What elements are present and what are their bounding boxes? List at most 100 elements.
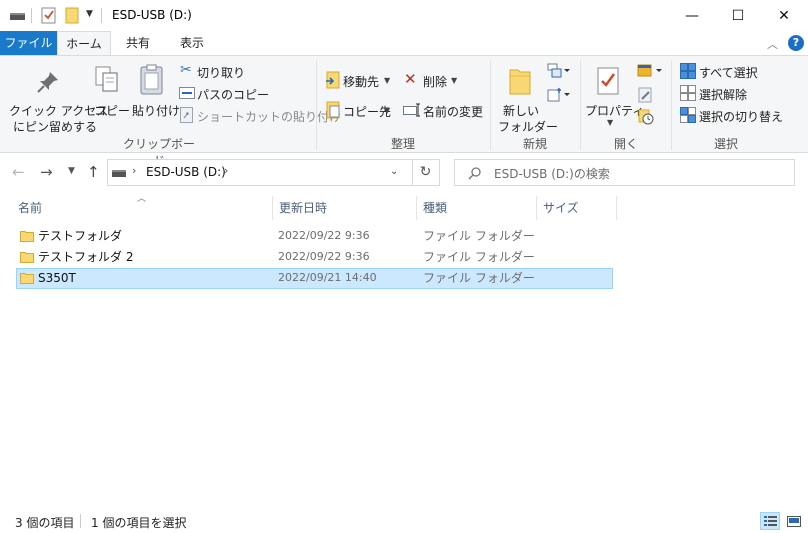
refresh-button[interactable]: ↻: [412, 159, 440, 186]
history-icon: [638, 109, 654, 125]
easy-access-icon: [547, 88, 570, 102]
pin-icon: [37, 72, 58, 93]
select-all-label: すべて選択: [699, 66, 758, 80]
select-group-label: 選択: [713, 137, 738, 151]
forward-arrow-icon[interactable]: →: [40, 163, 53, 181]
select-none-label: 選択解除: [699, 88, 748, 102]
tab-home[interactable]: ホーム: [57, 31, 111, 55]
search-placeholder: ESD-USB (D:)の検索: [494, 167, 610, 181]
large-icons-view-icon[interactable]: [785, 512, 803, 530]
rename-button[interactable]: 名前の変更: [402, 100, 486, 120]
file-date: 2022/09/21 14:40: [278, 271, 377, 284]
column-header-type[interactable]: 種類: [417, 198, 536, 222]
address-bar[interactable]: › ESD-USB (D:) › ⌄: [107, 159, 413, 186]
minimize-button[interactable]: —: [669, 0, 715, 31]
pin-to-quick-access-button[interactable]: クイック アクセス にピン留めする: [4, 60, 108, 134]
customize-toolbar-icon[interactable]: ▼: [86, 9, 93, 19]
file-date: 2022/09/22 9:36: [278, 250, 370, 263]
rename-icon: [403, 103, 420, 117]
file-row-selected[interactable]: S350T 2022/09/21 14:40 ファイル フォルダー: [16, 268, 613, 289]
copy-to-button[interactable]: コピー先 ▼: [322, 100, 396, 120]
cut-button[interactable]: ✂ 切り取り: [178, 62, 288, 80]
new-folder-quick-icon[interactable]: [65, 7, 79, 24]
delete-icon: ✕: [404, 70, 417, 88]
column-header-size[interactable]: サイズ: [537, 198, 616, 222]
file-row[interactable]: テストフォルダ 2022/09/22 9:36 ファイル フォルダー: [16, 226, 613, 247]
back-arrow-icon[interactable]: ←: [12, 163, 25, 181]
maximize-button[interactable]: ☐: [715, 0, 761, 31]
breadcrumb-chevron-icon[interactable]: ›: [132, 164, 136, 177]
copy-icon: [95, 66, 118, 92]
copy-label: コピー: [94, 104, 131, 118]
paste-icon: [140, 64, 163, 95]
new-item-button[interactable]: [546, 62, 572, 80]
breadcrumb-segment[interactable]: ESD-USB (D:): [146, 165, 226, 179]
tab-view[interactable]: 表示: [167, 31, 217, 55]
paste-shortcut-button[interactable]: ショートカットの貼り付け: [178, 106, 341, 124]
copy-path-button[interactable]: パスのコピー: [178, 84, 288, 102]
close-button[interactable]: ✕: [761, 0, 807, 31]
properties-dropdown-icon: ▼: [607, 118, 614, 127]
collapse-ribbon-icon[interactable]: ︿: [767, 36, 778, 52]
new-group-label: 新規: [522, 137, 547, 151]
pin-label-line2: にピン留めする: [13, 120, 98, 134]
select-all-button[interactable]: すべて選択: [678, 62, 768, 80]
folder-icon: [20, 273, 34, 284]
file-type: ファイル フォルダー: [423, 229, 535, 243]
title-divider-2: [101, 8, 102, 23]
column-header-name[interactable]: 名前: [12, 198, 272, 222]
properties-button[interactable]: プロパティ ▼: [583, 60, 644, 130]
paste-shortcut-label: ショートカットの貼り付け: [197, 110, 342, 124]
file-row[interactable]: テストフォルダ 2 2022/09/22 9:36 ファイル フォルダー: [16, 247, 613, 268]
help-icon[interactable]: ?: [788, 35, 804, 51]
details-view-icon[interactable]: [760, 512, 780, 530]
file-name: テストフォルダ 2: [38, 250, 134, 264]
edit-icon: [638, 87, 652, 103]
easy-access-button[interactable]: [546, 86, 572, 104]
tab-share[interactable]: 共有: [112, 31, 164, 55]
ribbon-separator: [490, 60, 491, 150]
move-to-label: 移動先: [343, 75, 380, 89]
ribbon-separator: [316, 60, 317, 150]
tab-file[interactable]: ファイル: [0, 31, 57, 55]
select-none-button[interactable]: 選択解除: [678, 84, 768, 102]
column-header-date[interactable]: 更新日時: [273, 198, 416, 222]
copy-button[interactable]: コピー: [91, 60, 130, 130]
title-divider: [31, 8, 32, 23]
invert-selection-label: 選択の切り替え: [699, 110, 784, 124]
ribbon-separator: [580, 60, 581, 150]
new-folder-icon: [509, 69, 531, 95]
properties-quick-icon[interactable]: [41, 7, 56, 24]
new-folder-label-line2: フォルダー: [498, 120, 559, 134]
move-to-icon: [326, 71, 340, 89]
paste-shortcut-icon: [180, 107, 193, 123]
ribbon-separator: [671, 60, 672, 150]
history-button[interactable]: [636, 108, 658, 126]
invert-selection-icon: [680, 107, 696, 123]
breadcrumb-chevron-icon[interactable]: ›: [224, 164, 228, 177]
cut-label: 切り取り: [197, 66, 246, 80]
title-bar: ▼ ESD-USB (D:) — ☐ ✕: [0, 0, 808, 31]
up-arrow-icon[interactable]: ↑: [87, 163, 100, 181]
paste-label: 貼り付け: [132, 104, 181, 118]
open-group-label: 開く: [613, 137, 638, 151]
invert-selection-button[interactable]: 選択の切り替え: [678, 106, 788, 124]
open-icon: [637, 64, 662, 77]
new-folder-label-line1: 新しい: [503, 104, 540, 118]
column-separator[interactable]: [616, 196, 617, 220]
edit-button[interactable]: [636, 86, 658, 104]
new-item-icon: [547, 63, 570, 78]
ribbon-tabs: ファイル ホーム 共有 表示: [0, 31, 808, 55]
paste-button[interactable]: 貼り付け: [129, 60, 180, 130]
move-to-button[interactable]: 移動先 ▼: [322, 70, 396, 90]
copy-to-icon: [326, 101, 340, 119]
address-dropdown-icon[interactable]: ⌄: [390, 166, 398, 177]
delete-button[interactable]: ✕ 削除 ▼: [402, 70, 462, 90]
search-box[interactable]: ESD-USB (D:)の検索: [454, 159, 795, 186]
open-button[interactable]: [636, 62, 664, 80]
new-folder-button[interactable]: 新しい フォルダー: [495, 60, 558, 134]
select-all-icon: [680, 63, 696, 79]
recent-locations-chevron-icon[interactable]: ▼: [68, 166, 75, 176]
copy-path-icon: [179, 87, 195, 99]
properties-icon: [597, 67, 619, 95]
